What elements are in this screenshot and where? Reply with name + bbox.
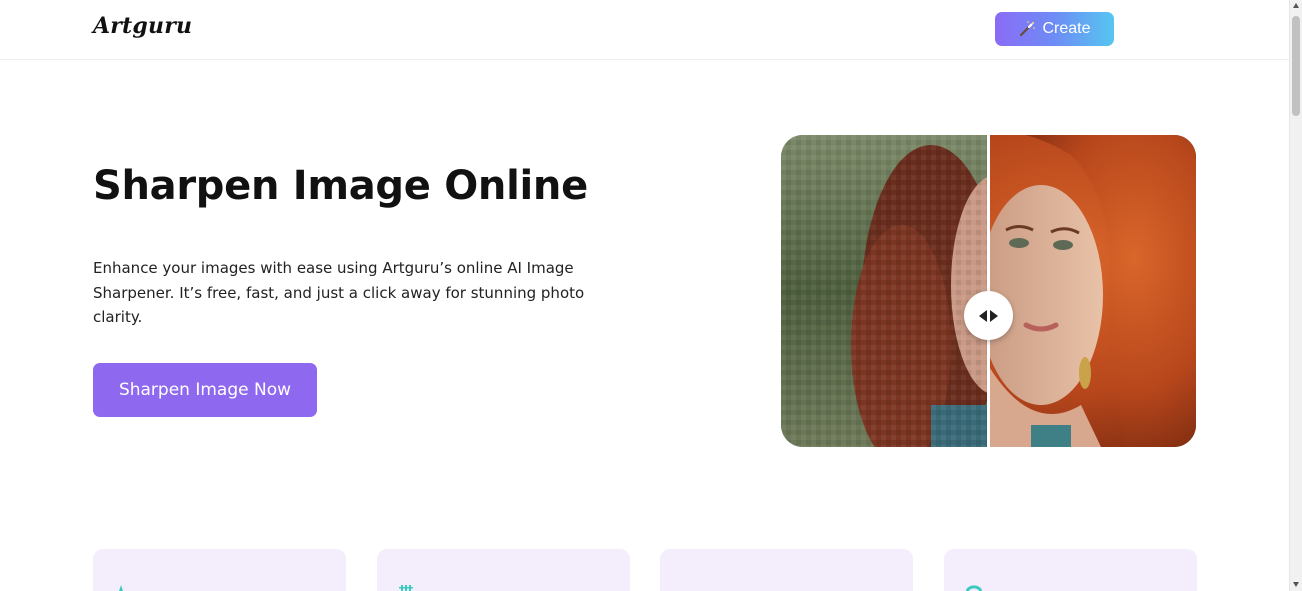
page-title: Sharpen Image Online bbox=[93, 163, 588, 209]
create-button[interactable]: Create bbox=[995, 12, 1114, 46]
hero-description: Enhance your images with ease using Artg… bbox=[93, 259, 585, 326]
feature-card[interactable] bbox=[377, 549, 630, 591]
feature-card[interactable] bbox=[660, 549, 913, 591]
magic-wand-icon bbox=[1020, 21, 1036, 37]
arrow-right-icon bbox=[990, 309, 998, 322]
scroll-down-arrow-icon[interactable] bbox=[1293, 582, 1299, 587]
create-button-label: Create bbox=[1042, 20, 1091, 37]
circle-icon bbox=[966, 585, 982, 591]
artguru-logo[interactable]: Artguru bbox=[93, 13, 192, 39]
arrow-left-icon bbox=[979, 309, 987, 322]
feature-card[interactable] bbox=[93, 549, 346, 591]
page-scrollbar[interactable] bbox=[1289, 0, 1302, 591]
sharpen-image-now-button[interactable]: Sharpen Image Now bbox=[93, 363, 317, 417]
grid-icon bbox=[399, 585, 413, 591]
site-header: Artguru Create bbox=[0, 0, 1289, 60]
feature-card[interactable] bbox=[944, 549, 1197, 591]
scroll-thumb[interactable] bbox=[1292, 16, 1300, 116]
sparkle-icon bbox=[119, 585, 123, 591]
scroll-up-arrow-icon[interactable] bbox=[1293, 3, 1299, 8]
comparison-slider-handle[interactable] bbox=[964, 291, 1013, 340]
before-after-comparison[interactable] bbox=[781, 135, 1196, 447]
